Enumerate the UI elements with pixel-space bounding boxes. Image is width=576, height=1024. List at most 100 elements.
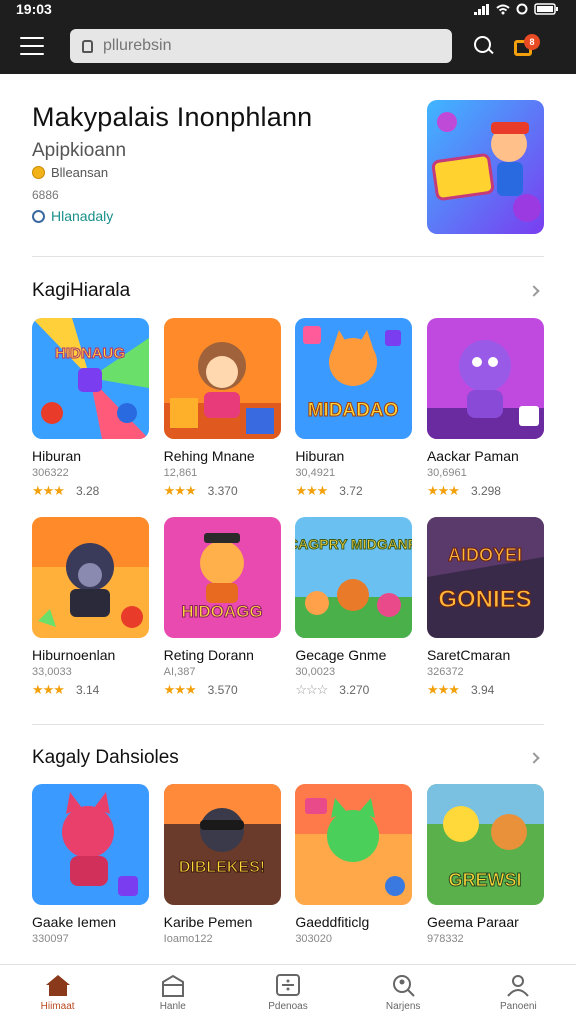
app-thumbnail: MIDADAO <box>295 318 413 439</box>
app-card[interactable]: Hiburnoenlan 33,0033 ★★★ 3.14 <box>32 517 149 698</box>
app-thumbnail: HIDOAGG <box>163 517 281 638</box>
app-card[interactable]: HIDOAGG Reting Dorann AI,387 ★★★ 3.570 <box>163 517 281 698</box>
rating-value: 3.270 <box>339 683 370 697</box>
star-rating-icon: ★★★ <box>163 682 197 697</box>
app-downloads: 30,0023 <box>295 666 336 678</box>
status-time: 19:03 <box>16 1 52 17</box>
menu-button[interactable] <box>20 37 44 55</box>
app-downloads: 306322 <box>32 467 69 479</box>
chevron-right-icon[interactable] <box>528 285 540 297</box>
app-thumbnail: AIDOYEI GONIES <box>426 517 544 638</box>
game-artwork-image <box>32 517 149 638</box>
nav-item-apps[interactable]: Pdenoas <box>238 973 338 1012</box>
section-header[interactable]: Kagaly Dahsioles <box>32 745 544 771</box>
app-card[interactable]: CAGPRY MIDGANR Gecage Gnme 30,0023 ☆☆☆ 3.… <box>295 517 413 698</box>
app-downloads: 30,4921 <box>295 467 336 479</box>
app-rating: ★★★ 3.72 <box>295 483 412 499</box>
nav-item-profile[interactable]: Panoeni <box>468 973 568 1012</box>
nav-label: Narjens <box>385 1001 421 1012</box>
game-artwork-image <box>427 100 544 234</box>
section-header[interactable]: KagiHiarala <box>32 278 544 304</box>
app-thumbnail <box>32 517 149 638</box>
star-rating-icon: ★★★ <box>32 483 65 498</box>
star-rating-icon: ☆☆☆ <box>295 682 328 697</box>
cart-badge: 8 <box>524 34 540 50</box>
featured-developer-name: Blleansan <box>51 165 109 180</box>
app-rating: ★★★ 3.94 <box>427 682 544 698</box>
app-thumbnail <box>32 784 149 905</box>
cart-button[interactable]: 8 <box>514 34 540 56</box>
game-artwork-image: HIDOAGG <box>163 517 281 638</box>
rating-value: 3.14 <box>75 683 100 697</box>
app-name: SaretCmaran <box>426 647 511 663</box>
app-name: Hiburan <box>32 448 82 464</box>
featured-link[interactable]: Hlanadaly <box>32 208 113 224</box>
app-card[interactable]: AIDOYEI GONIES SaretCmaran 326372 ★★★ 3.9… <box>426 517 544 698</box>
search-icon[interactable] <box>474 36 494 56</box>
app-name: Aackar Paman <box>426 448 519 464</box>
app-thumbnail: CAGPRY MIDGANR <box>295 517 413 638</box>
nav-item-search[interactable]: Narjens <box>353 973 453 1012</box>
search-user-icon <box>393 975 415 997</box>
featured-app[interactable]: Makypalais Inonphlann Apipkioann Blleans… <box>32 100 544 234</box>
nav-item-home[interactable]: Hiimaat <box>8 973 108 1012</box>
search-input[interactable] <box>103 37 403 55</box>
battery-icon <box>534 3 558 15</box>
game-artwork-image: GREWSI <box>426 784 544 905</box>
app-card[interactable]: Gaake Iemen 330097 <box>32 784 149 945</box>
status-icons <box>474 3 560 15</box>
app-name: Reting Dorann <box>163 647 254 663</box>
svg-text:CAGPRY MIDGANR: CAGPRY MIDGANR <box>295 536 412 552</box>
home-icon <box>45 975 70 996</box>
section-title: Kagaly Dahsioles <box>32 747 179 768</box>
nav-label: Hanle <box>159 1001 186 1012</box>
lock-icon <box>82 39 93 53</box>
featured-count: 6886 <box>32 188 59 202</box>
app-rating: ★★★ 3.298 <box>427 483 544 499</box>
nav-item-store[interactable]: Hanle <box>123 973 223 1012</box>
app-downloads: 12,861 <box>163 467 198 479</box>
app-card[interactable]: Gaeddfiticlg 303020 <box>295 784 413 945</box>
app-name: Gaeddfiticlg <box>295 914 370 930</box>
app-card[interactable]: DIBLEKES! Karibe Pemen Ioamo122 <box>163 784 281 945</box>
game-artwork-image <box>426 318 544 439</box>
star-rating-icon: ★★★ <box>163 483 197 498</box>
app-downloads: 326372 <box>426 666 464 678</box>
app-card[interactable]: Aackar Paman 30,6961 ★★★ 3.298 <box>426 318 544 499</box>
app-card[interactable]: Rehing Mnane 12,861 ★★★ 3.370 <box>163 318 281 499</box>
rating-value: 3.94 <box>470 683 495 697</box>
star-rating-icon: ★★★ <box>295 483 328 498</box>
nav-label: Pdenoas <box>268 1001 308 1012</box>
app-thumbnail <box>426 318 544 439</box>
app-rating: ★★★ 3.370 <box>164 483 281 499</box>
rating-value: 3.28 <box>75 484 100 498</box>
featured-app-artwork[interactable] <box>427 100 544 234</box>
app-grid-row: HIDNAUG Hiburan 306322 ★★★ 3.28 Rehing Mn… <box>32 318 544 499</box>
app-card[interactable]: GREWSI Geema Paraar 978332 <box>426 784 544 945</box>
app-card[interactable]: MIDADAO Hiburan 30,4921 ★★★ 3.72 <box>295 318 413 499</box>
nav-label: Panoeni <box>499 1001 537 1012</box>
app-thumbnail: DIBLEKES! <box>163 784 281 905</box>
app-downloads: 303020 <box>295 933 333 945</box>
app-card[interactable]: HIDNAUG Hiburan 306322 ★★★ 3.28 <box>32 318 149 499</box>
apps-icon <box>275 974 300 996</box>
star-rating-icon: ★★★ <box>426 682 460 697</box>
rating-value: 3.72 <box>339 484 363 498</box>
featured-developer: Blleansan <box>32 165 108 180</box>
search-bar[interactable] <box>70 29 452 63</box>
menu-icon-line <box>20 45 44 47</box>
game-artwork-image: HIDNAUG <box>32 318 149 439</box>
featured-title: Makypalais Inonphlann <box>32 102 313 132</box>
app-rating: ★★★ 3.14 <box>32 682 149 698</box>
svg-text:AIDOYEI: AIDOYEI <box>448 545 522 565</box>
app-rating: ★★★ 3.570 <box>164 682 281 698</box>
profile-icon <box>507 975 530 997</box>
globe-icon <box>32 209 45 223</box>
menu-icon-line <box>20 53 44 55</box>
app-name: Hiburnoenlan <box>32 647 116 663</box>
chevron-right-icon[interactable] <box>528 752 540 764</box>
store-icon <box>161 974 184 997</box>
game-artwork-image <box>32 784 149 905</box>
app-grid-row: Hiburnoenlan 33,0033 ★★★ 3.14 HIDOAGG Ret… <box>32 517 544 698</box>
game-artwork-image <box>295 784 413 905</box>
